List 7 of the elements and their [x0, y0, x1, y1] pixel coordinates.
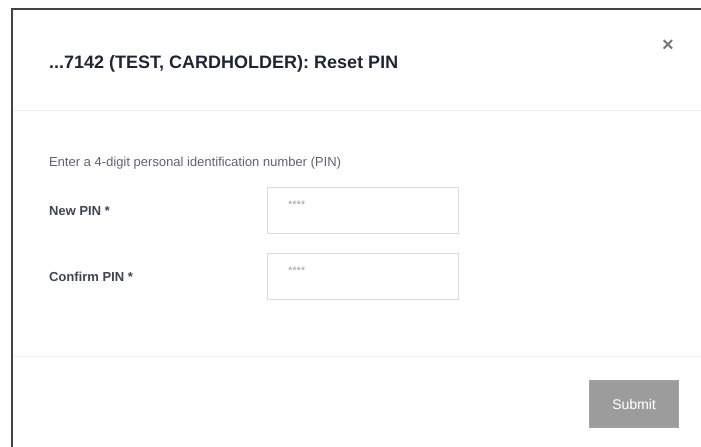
field-label: Confirm PIN *	[49, 269, 134, 284]
instructions-text: Enter a 4-digit personal identification number (PIN)	[49, 154, 342, 169]
dialog-title: ...7142 (TEST, CARDHOLDER): Reset PIN	[49, 52, 398, 72]
field-label: New PIN *	[49, 203, 111, 218]
close-button[interactable]: ×	[660, 34, 676, 56]
pin-field[interactable]: ****	[267, 187, 459, 234]
pin-field[interactable]: ****	[267, 253, 459, 300]
